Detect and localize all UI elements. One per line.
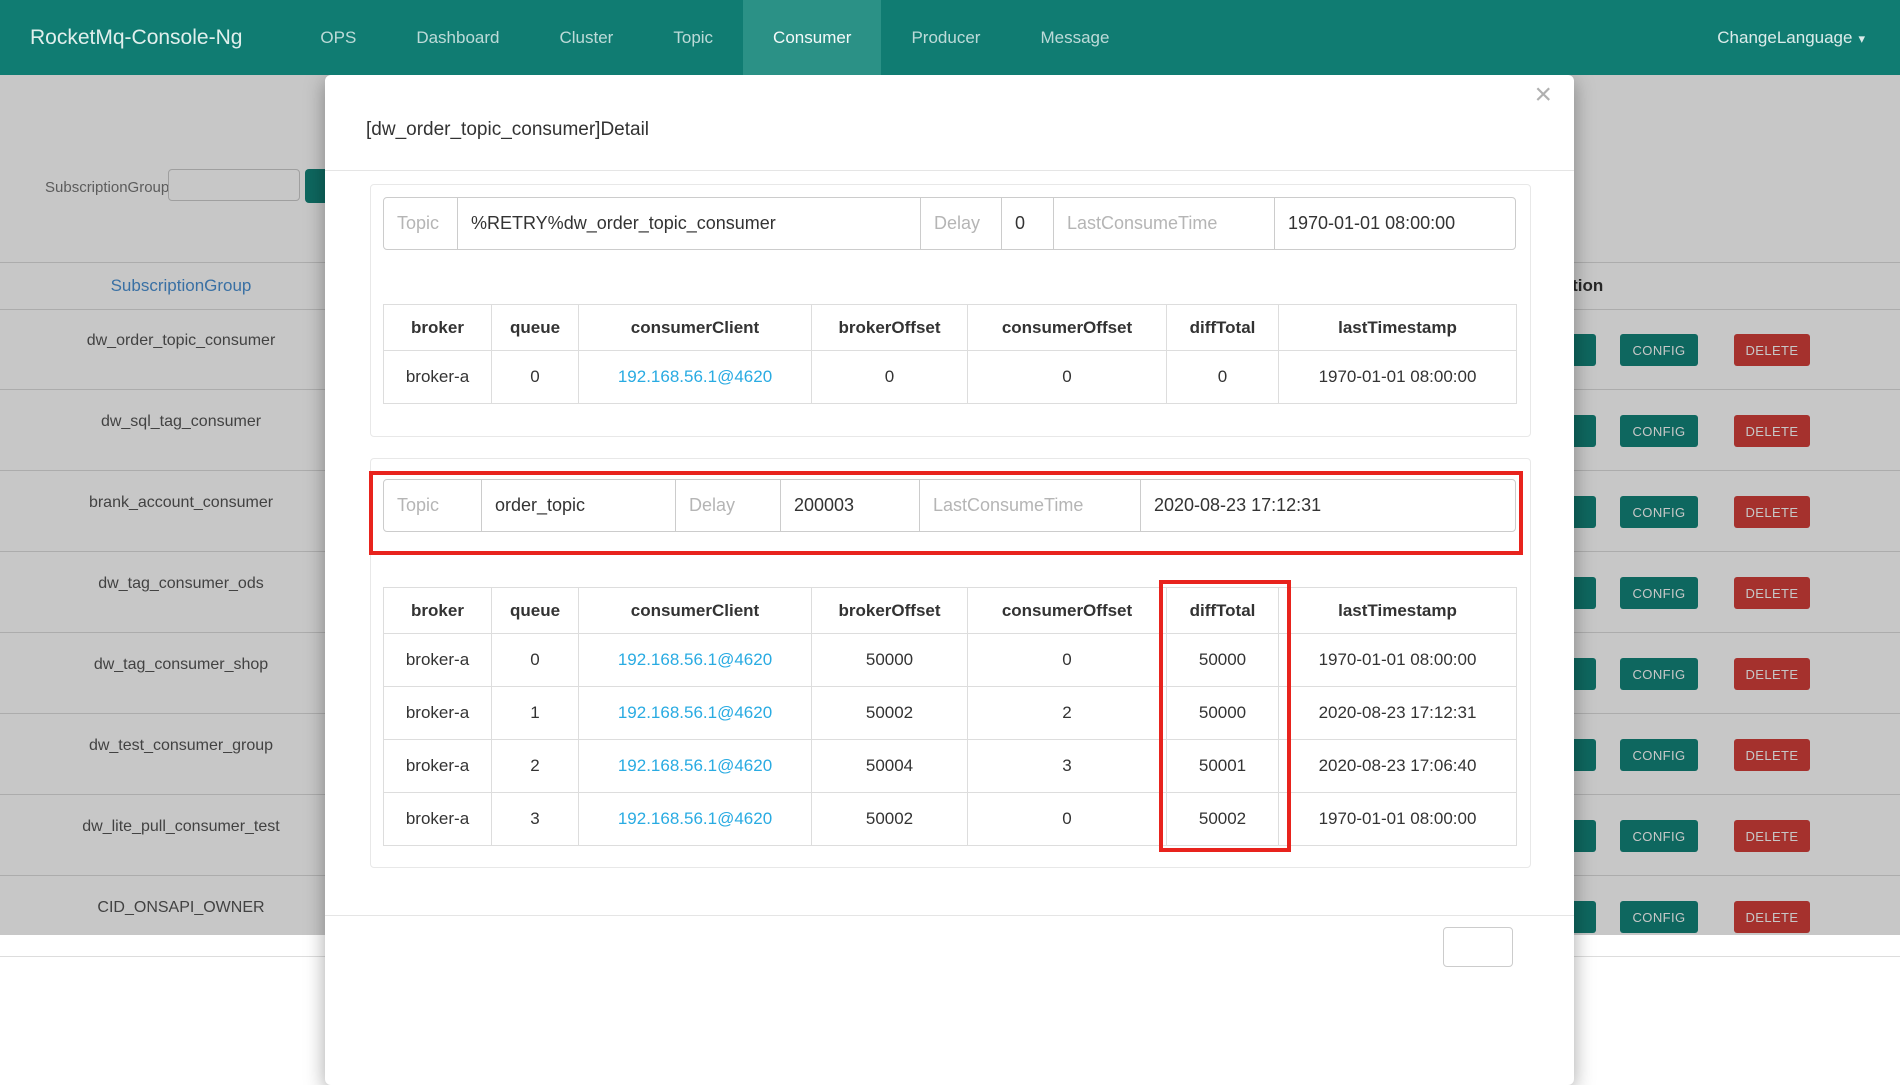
column-header-queue: queue xyxy=(492,305,579,351)
app-brand[interactable]: RocketMq-Console-Ng xyxy=(30,26,242,50)
close-icon[interactable]: × xyxy=(1534,77,1552,113)
consumer-detail-modal: × [dw_order_topic_consumer]Detail Topic … xyxy=(325,75,1574,1085)
nav-item-consumer[interactable]: Consumer xyxy=(743,0,881,75)
cell-diff-total: 50001 xyxy=(1167,740,1279,793)
column-header-last-timestamp: lastTimestamp xyxy=(1279,305,1517,351)
last-consume-time-label: LastConsumeTime xyxy=(920,480,1141,531)
cell-last-timestamp: 1970-01-01 08:00:00 xyxy=(1279,351,1517,404)
modal-footer-button-partial[interactable] xyxy=(1443,927,1513,967)
change-language-dropdown[interactable]: ChangeLanguage ▾ xyxy=(1717,28,1865,48)
topic-value: order_topic xyxy=(482,480,676,531)
consumer-client-link[interactable]: 192.168.56.1@4620 xyxy=(579,687,812,740)
nav-menu: OPS Dashboard Cluster Topic Consumer Pro… xyxy=(290,0,1139,75)
order-topic-panel: Topic order_topic Delay 200003 LastConsu… xyxy=(370,458,1531,868)
cell-broker: broker-a xyxy=(384,740,492,793)
cell-diff-total: 50002 xyxy=(1167,793,1279,846)
cell-consumer-offset: 0 xyxy=(968,351,1167,404)
cell-broker-offset: 50000 xyxy=(812,634,968,687)
cell-broker: broker-a xyxy=(384,351,492,404)
cell-broker: broker-a xyxy=(384,687,492,740)
cell-queue: 0 xyxy=(492,351,579,404)
column-header-queue: queue xyxy=(492,588,579,634)
column-header-broker: broker xyxy=(384,588,492,634)
cell-last-timestamp: 2020-08-23 17:06:40 xyxy=(1279,740,1517,793)
retry-topic-panel: Topic %RETRY%dw_order_topic_consumer Del… xyxy=(370,184,1531,437)
column-header-consumer-offset: consumerOffset xyxy=(968,588,1167,634)
cell-diff-total: 50000 xyxy=(1167,634,1279,687)
cell-consumer-offset: 0 xyxy=(968,793,1167,846)
nav-item-ops[interactable]: OPS xyxy=(290,0,386,75)
retry-topic-table: broker queue consumerClient brokerOffset… xyxy=(383,304,1517,404)
consumer-client-link[interactable]: 192.168.56.1@4620 xyxy=(579,740,812,793)
nav-item-topic[interactable]: Topic xyxy=(643,0,743,75)
cell-queue: 1 xyxy=(492,687,579,740)
cell-broker-offset: 50004 xyxy=(812,740,968,793)
cell-last-timestamp: 1970-01-01 08:00:00 xyxy=(1279,793,1517,846)
table-row: broker-a 1 192.168.56.1@4620 50002 2 500… xyxy=(384,687,1517,740)
cell-consumer-offset: 0 xyxy=(968,634,1167,687)
cell-diff-total: 0 xyxy=(1167,351,1279,404)
cell-queue: 2 xyxy=(492,740,579,793)
cell-broker-offset: 50002 xyxy=(812,793,968,846)
column-header-consumer-offset: consumerOffset xyxy=(968,305,1167,351)
column-header-broker: broker xyxy=(384,305,492,351)
consumer-client-link[interactable]: 192.168.56.1@4620 xyxy=(579,351,812,404)
column-header-broker-offset: brokerOffset xyxy=(812,588,968,634)
table-row: broker-a 0 192.168.56.1@4620 0 0 0 1970-… xyxy=(384,351,1517,404)
consumer-client-link[interactable]: 192.168.56.1@4620 xyxy=(579,634,812,687)
cell-consumer-offset: 3 xyxy=(968,740,1167,793)
column-header-last-timestamp: lastTimestamp xyxy=(1279,588,1517,634)
column-header-consumer-client: consumerClient xyxy=(579,305,812,351)
column-header-consumer-client: consumerClient xyxy=(579,588,812,634)
order-topic-table: broker queue consumerClient brokerOffset… xyxy=(383,587,1517,846)
cell-broker-offset: 0 xyxy=(812,351,968,404)
consumer-client-link[interactable]: 192.168.56.1@4620 xyxy=(579,793,812,846)
topic-info-row: Topic %RETRY%dw_order_topic_consumer Del… xyxy=(383,197,1516,250)
topic-label: Topic xyxy=(384,480,482,531)
cell-diff-total: 50000 xyxy=(1167,687,1279,740)
table-row: broker-a 0 192.168.56.1@4620 50000 0 500… xyxy=(384,634,1517,687)
topic-value: %RETRY%dw_order_topic_consumer xyxy=(458,198,921,249)
cell-queue: 0 xyxy=(492,634,579,687)
cell-consumer-offset: 2 xyxy=(968,687,1167,740)
table-row: broker-a 2 192.168.56.1@4620 50004 3 500… xyxy=(384,740,1517,793)
topic-info-row: Topic order_topic Delay 200003 LastConsu… xyxy=(383,479,1516,532)
column-header-diff-total: diffTotal xyxy=(1167,588,1279,634)
modal-header-divider xyxy=(325,170,1574,171)
cell-queue: 3 xyxy=(492,793,579,846)
column-header-broker-offset: brokerOffset xyxy=(812,305,968,351)
delay-value: 200003 xyxy=(781,480,920,531)
modal-footer-divider xyxy=(325,915,1574,916)
cell-last-timestamp: 1970-01-01 08:00:00 xyxy=(1279,634,1517,687)
nav-item-producer[interactable]: Producer xyxy=(881,0,1010,75)
navbar: RocketMq-Console-Ng OPS Dashboard Cluste… xyxy=(0,0,1900,75)
delay-label: Delay xyxy=(676,480,781,531)
cell-last-timestamp: 2020-08-23 17:12:31 xyxy=(1279,687,1517,740)
last-consume-time-label: LastConsumeTime xyxy=(1054,198,1275,249)
cell-broker-offset: 50002 xyxy=(812,687,968,740)
nav-item-dashboard[interactable]: Dashboard xyxy=(386,0,529,75)
cell-broker: broker-a xyxy=(384,793,492,846)
cell-broker: broker-a xyxy=(384,634,492,687)
column-header-diff-total: diffTotal xyxy=(1167,305,1279,351)
topic-label: Topic xyxy=(384,198,458,249)
delay-label: Delay xyxy=(921,198,1002,249)
nav-item-message[interactable]: Message xyxy=(1010,0,1139,75)
caret-down-icon: ▾ xyxy=(1858,31,1865,46)
last-consume-time-value: 1970-01-01 08:00:00 xyxy=(1275,198,1515,249)
delay-value: 0 xyxy=(1002,198,1054,249)
nav-item-cluster[interactable]: Cluster xyxy=(530,0,644,75)
last-consume-time-value: 2020-08-23 17:12:31 xyxy=(1141,480,1515,531)
change-language-label: ChangeLanguage xyxy=(1717,28,1852,47)
table-row: broker-a 3 192.168.56.1@4620 50002 0 500… xyxy=(384,793,1517,846)
modal-title: [dw_order_topic_consumer]Detail xyxy=(366,119,649,141)
